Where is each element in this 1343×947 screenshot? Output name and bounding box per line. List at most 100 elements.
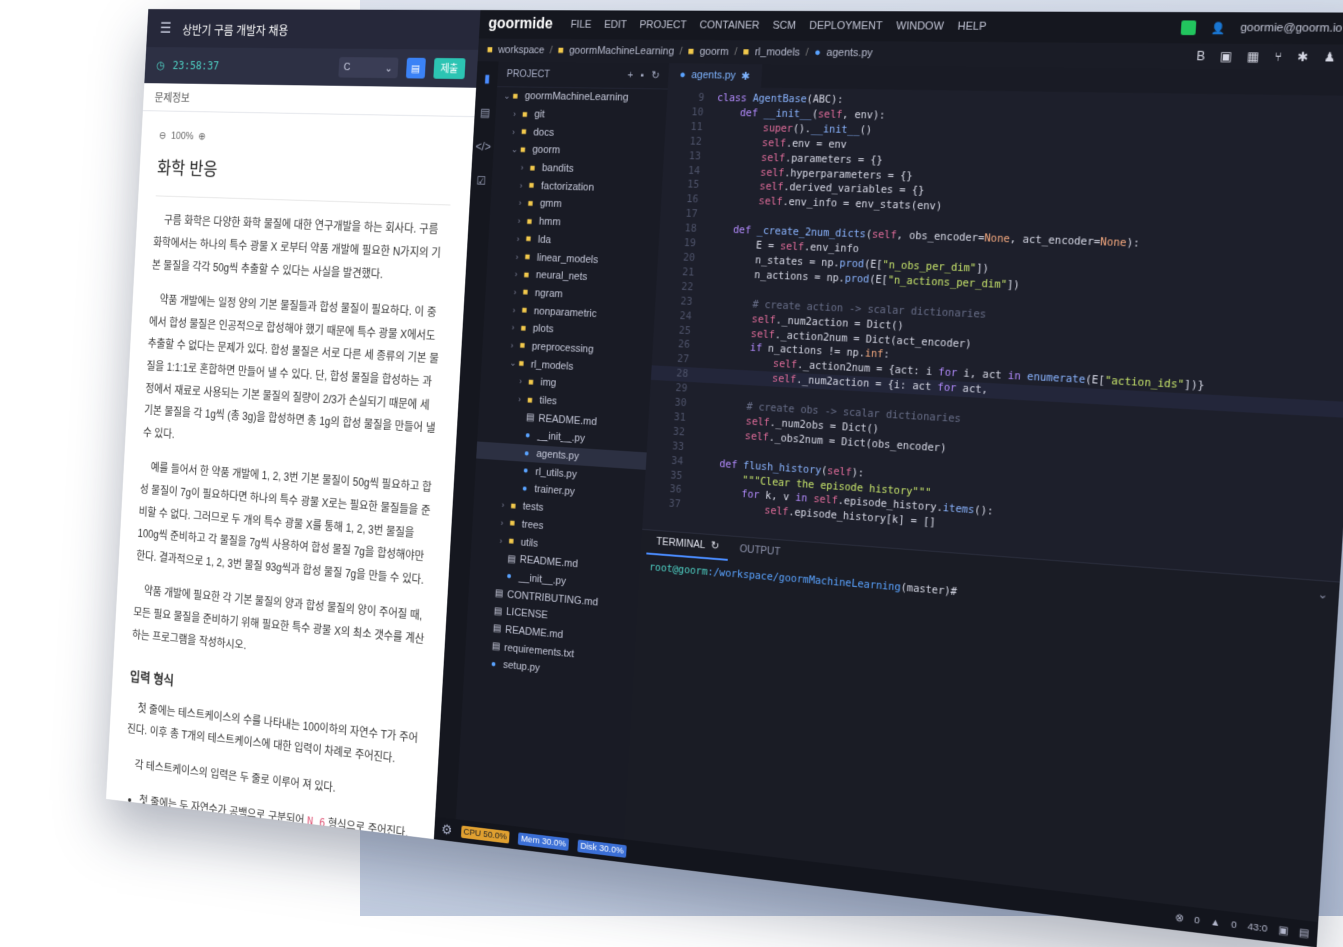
folder-icon: ■ [527,376,534,388]
chat-icon[interactable]: ▤ [1299,927,1310,940]
tree-label: linear_models [536,251,599,266]
tab-agents-py[interactable]: ● agents.py ✱ [667,63,762,88]
breadcrumb-item[interactable]: goorm [699,46,729,58]
zoom-controls: ⊖ 100% ⊕ [158,126,454,153]
python-file-icon: ● [490,658,497,670]
tree-label: LICENSE [505,606,549,622]
line-number: 15 [687,179,700,192]
menu-edit[interactable]: EDIT [604,19,627,31]
gear-icon[interactable]: ⚙ [441,821,453,838]
menu-help[interactable]: HELP [957,21,986,33]
submit-button[interactable]: 제출 [433,57,466,80]
menu-deployment[interactable]: DEPLOYMENT [809,20,883,32]
tree-label: preprocessing [531,340,594,356]
project-icon[interactable]: ▮ [476,61,499,95]
menu-project[interactable]: PROJECT [639,19,687,31]
build-icon[interactable]: B [1196,49,1205,64]
python-file-icon: ● [524,430,531,441]
code-icon[interactable]: </> [472,129,495,164]
file-icon: ▤ [491,641,501,653]
tree-label: utils [520,536,539,550]
zoom-in-icon[interactable]: ⊕ [198,127,207,148]
brand-logo: goormide [487,15,554,33]
tree-label: neural_nets [535,269,588,284]
folder-icon: ■ [486,44,494,56]
menu-window[interactable]: WINDOW [896,20,944,32]
contest-title: 상반기 구름 개발자 채용 [182,22,289,37]
person-icon[interactable]: ♟ [1323,50,1336,65]
folder-icon: ■ [528,180,535,192]
paragraph: 예를 들어서 한 약품 개발에 1, 2, 3번 기본 물질이 50g씩 필요하… [136,461,433,587]
line-number: 13 [688,150,702,162]
unsaved-indicator-icon[interactable]: ✱ [741,69,750,82]
cpu-meter: CPU 50.0% [460,825,510,844]
python-file-icon: ● [523,447,530,459]
save-icon-button[interactable]: ▤ [405,57,426,79]
checklist-icon[interactable]: ☑ [470,164,493,199]
git-icon[interactable]: ⑂ [1274,49,1283,64]
notification-icon[interactable] [1180,20,1197,36]
language-select[interactable]: C ⌄ [338,57,399,79]
refresh-icon[interactable]: ↻ [651,70,660,82]
grid-icon[interactable]: ▦ [1247,49,1260,64]
menu-file[interactable]: FILE [570,19,592,31]
folder-icon: ■ [520,322,527,334]
file-icon: ▤ [525,412,535,424]
tree-label: trees [521,518,544,532]
folder-icon: ■ [520,126,527,138]
add-icon[interactable]: + [627,70,633,82]
tab-label: TERMINAL [655,535,706,552]
paragraph: 구름 화학은 다양한 화학 물질에 대한 연구개발을 하는 회사다. 구름 화학… [151,214,442,281]
breadcrumb-item[interactable]: goormMachineLearning [569,45,675,58]
tree-label: git [534,108,546,121]
folder-icon: ■ [526,216,533,227]
paragraph: 약품 개발에 필요한 각 기본 물질의 양과 합성 물질의 양이 주어질 때, … [131,584,425,652]
zoom-out-icon[interactable]: ⊖ [158,126,167,147]
tree-label: rl_utils.py [535,466,578,481]
line-number: 9 [697,91,705,104]
refresh-icon[interactable]: ↻ [710,540,719,552]
line-number: 16 [686,193,699,206]
tab-output[interactable]: OUTPUT [730,537,791,565]
python-file-icon: ● [522,465,529,477]
breadcrumb-item[interactable]: rl_models [754,46,800,58]
tree-label: nonparametric [533,305,598,320]
prompt-user: root@goorm [648,561,708,578]
layout-icon[interactable]: ▣ [1278,924,1288,937]
chevron-down-icon[interactable]: ⌄ [1317,587,1328,601]
menu-container[interactable]: CONTAINER [699,19,760,31]
new-folder-icon[interactable]: ▪ [640,70,644,82]
inline-code: N 6 [306,814,326,830]
warning-count: 0 [1230,918,1238,931]
file-icon: ▤ [492,623,502,635]
explorer-header: PROJECT + ▪ ↻ [497,61,670,90]
user-email[interactable]: goormie@goorm.io [1240,22,1343,35]
folder-icon: ■ [521,108,528,120]
code-area[interactable]: 9 class AgentBase(ABC): 10 def __init__(se… [643,87,1343,565]
list-item-text: 첫 줄에는 두 자연수가 공백으로 구분되어 [138,793,305,827]
folder-icon: ■ [518,358,525,370]
error-icon[interactable]: ⊗ [1175,912,1184,924]
python-file-icon: ● [679,69,687,81]
warning-icon[interactable]: ▲ [1210,916,1221,929]
tree-label: gmm [539,198,563,211]
menu-icon[interactable]: ☰ [159,19,172,37]
breadcrumb-item[interactable]: agents.py [826,47,873,59]
folder-icon: ■ [522,287,529,299]
folder-icon: ■ [509,518,516,530]
folder-icon: ■ [519,144,526,156]
menu-scm[interactable]: SCM [772,20,796,32]
document-icon[interactable]: ▤ [474,95,497,130]
tree-label: README.md [538,412,598,428]
settings-icon[interactable]: ✱ [1297,50,1309,65]
clipboard-icon[interactable]: ▣ [1219,49,1232,64]
tree-label: tiles [539,394,558,408]
breadcrumb-item[interactable]: workspace [498,44,545,56]
